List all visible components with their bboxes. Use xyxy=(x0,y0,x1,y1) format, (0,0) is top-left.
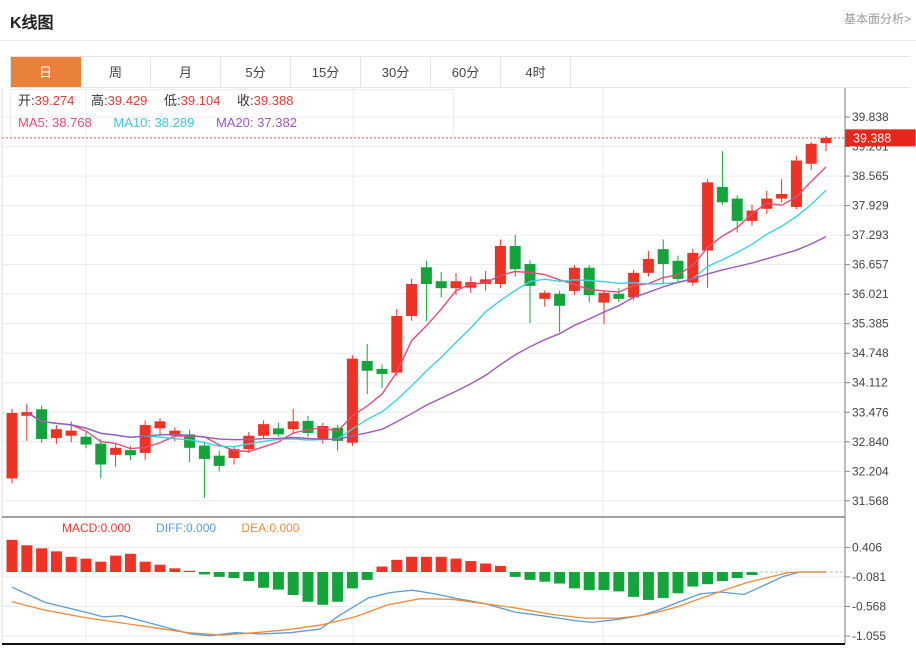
macd-value: 0.000 xyxy=(101,521,131,535)
svg-text:37.929: 37.929 xyxy=(852,199,889,213)
open-label: 开: xyxy=(18,93,35,108)
svg-text:34.748: 34.748 xyxy=(852,346,889,360)
diff-value: 0.000 xyxy=(186,521,216,535)
ma20-label: MA20: xyxy=(216,115,254,130)
dea-value: 0.000 xyxy=(269,521,299,535)
ma5-value: 38.768 xyxy=(52,115,92,130)
svg-text:32.204: 32.204 xyxy=(852,464,889,478)
ohlc-row: 开:39.274 高:39.429 低:39.104 收:39.388 xyxy=(11,90,453,112)
ma20-value: 37.382 xyxy=(257,115,297,130)
candles[interactable] xyxy=(7,136,832,498)
low-value: 39.104 xyxy=(181,93,221,108)
svg-text:36.021: 36.021 xyxy=(852,287,889,301)
dea-label: DEA: xyxy=(241,521,269,535)
ohlc-info-box: 开:39.274 高:39.429 低:39.104 收:39.388 MA5:… xyxy=(10,89,454,133)
svg-text:32.840: 32.840 xyxy=(852,435,889,449)
close-value: 39.388 xyxy=(254,93,294,108)
diff-label: DIFF: xyxy=(156,521,186,535)
svg-text:39.388: 39.388 xyxy=(853,131,891,145)
svg-text:34.112: 34.112 xyxy=(852,376,888,390)
ma10-value: 38.289 xyxy=(155,115,195,130)
high-label: 高: xyxy=(91,93,108,108)
macd-y-axis-labels: 0.406 -0.081 -0.568 -1.055 xyxy=(845,540,886,643)
svg-text:0.406: 0.406 xyxy=(852,540,882,554)
svg-text:37.293: 37.293 xyxy=(852,228,889,242)
svg-text:38.565: 38.565 xyxy=(852,169,889,183)
current-price-badge: 39.388 xyxy=(846,129,916,146)
close-label: 收: xyxy=(237,93,254,108)
svg-text:-1.055: -1.055 xyxy=(852,629,886,643)
svg-text:33.476: 33.476 xyxy=(852,405,889,419)
price-y-axis-labels: 39.83839.20138.56537.92937.29336.65736.0… xyxy=(845,110,889,508)
svg-text:36.657: 36.657 xyxy=(852,258,889,272)
svg-text:-0.081: -0.081 xyxy=(852,570,886,584)
svg-text:-0.568: -0.568 xyxy=(852,599,886,613)
svg-text:31.568: 31.568 xyxy=(852,494,889,508)
ma10-label: MA10: xyxy=(113,115,151,130)
svg-text:39.838: 39.838 xyxy=(852,110,889,124)
low-label: 低: xyxy=(164,93,181,108)
ma5-label: MA5: xyxy=(18,115,48,130)
open-value: 39.274 xyxy=(35,93,75,108)
macd-label: MACD: xyxy=(62,521,101,535)
svg-text:35.385: 35.385 xyxy=(852,317,889,331)
high-value: 39.429 xyxy=(108,93,148,108)
macd-info-row: MACD:0.000 DIFF:0.000 DEA:0.000 xyxy=(62,520,299,536)
ma-row: MA5: 38.768 MA10: 38.289 MA20: 37.382 xyxy=(11,112,453,134)
